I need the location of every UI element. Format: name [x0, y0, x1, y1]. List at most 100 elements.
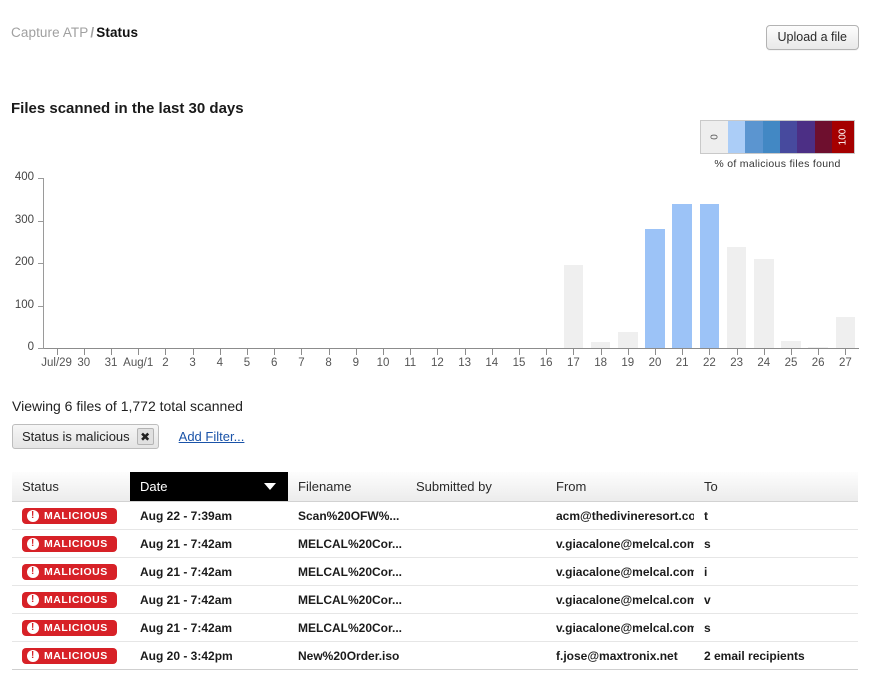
x-axis-tick — [274, 349, 276, 355]
table-header-label: To — [704, 479, 718, 494]
status-badge-label: MALICIOUS — [44, 538, 108, 550]
status-badge-label: MALICIOUS — [44, 622, 108, 634]
table-header-label: Status — [22, 479, 59, 494]
bar-chart-plot: 0 100 200 300 400 Jul/29 30 31 Aug/1 2 3 4 5 6 7 8 9 10 11… — [0, 170, 870, 375]
table-header-from[interactable]: From — [546, 472, 694, 501]
add-filter-link[interactable]: Add Filter... — [179, 429, 245, 444]
x-axis-label: 18 — [594, 357, 607, 369]
close-icon[interactable]: ✖ — [136, 428, 154, 445]
table-cell-status: ! MALICIOUS — [12, 647, 130, 664]
x-axis-label: 12 — [430, 357, 444, 369]
status-badge: ! MALICIOUS — [22, 648, 117, 664]
x-axis-tick — [328, 349, 330, 355]
legend-band-1 — [728, 121, 746, 153]
table-cell-filename: MELCAL%20Cor... — [298, 620, 403, 635]
x-axis-label: 23 — [730, 357, 743, 369]
legend-band-5 — [797, 121, 815, 153]
legend-band-3 — [762, 121, 780, 153]
table-row[interactable]: ! MALICIOUS Aug 21 - 7:42am MELCAL%20Cor...… — [12, 586, 858, 614]
table-row[interactable]: ! MALICIOUS Aug 20 - 3:42pm New%20Order.iso… — [12, 642, 858, 670]
y-axis-label: 0 — [27, 341, 34, 353]
table-row[interactable]: ! MALICIOUS Aug 21 - 7:42am MELCAL%20Cor...… — [12, 558, 858, 586]
table-row[interactable]: ! MALICIOUS Aug 21 - 7:42am MELCAL%20Cor...… — [12, 614, 858, 642]
table-header-to[interactable]: To — [694, 472, 858, 501]
x-axis-tick — [301, 349, 303, 355]
chart-bar[interactable] — [699, 203, 720, 348]
chevron-down-icon[interactable] — [264, 483, 276, 490]
breadcrumb-current: Status — [96, 25, 139, 40]
x-axis-tick — [818, 349, 820, 355]
x-axis-label: 11 — [404, 357, 417, 369]
table-header-status[interactable]: Status — [12, 472, 130, 501]
table-header-label: Date — [140, 479, 168, 494]
status-badge: ! MALICIOUS — [22, 620, 117, 636]
legend-band-0: 0 — [701, 121, 728, 153]
chart-bar[interactable] — [672, 203, 692, 348]
breadcrumb: Capture ATP / Status — [11, 25, 138, 40]
table-cell-from: v.giacalone@melcal.com — [556, 564, 694, 579]
chart-bar[interactable] — [726, 247, 747, 348]
table-header-date[interactable]: Date — [130, 472, 288, 501]
table-cell-filename: MELCAL%20Cor... — [298, 564, 403, 579]
table-cell-date: Aug 21 - 7:42am — [140, 536, 233, 551]
x-axis-label: 25 — [784, 357, 798, 369]
table-row[interactable]: ! MALICIOUS Aug 21 - 7:42am MELCAL%20Cor...… — [12, 530, 858, 558]
y-axis-tick — [38, 305, 44, 307]
table-cell-to: 2 email recipients — [704, 648, 805, 663]
x-axis-tick — [219, 349, 221, 355]
status-badge-label: MALICIOUS — [44, 510, 108, 522]
y-axis-tick — [38, 220, 44, 222]
x-axis-label: 30 — [77, 357, 91, 369]
table-body: ! MALICIOUS Aug 22 - 7:39am Scan%20OFW%... a… — [12, 502, 858, 670]
x-axis-label: 5 — [243, 357, 251, 369]
y-axis-tick — [38, 348, 44, 349]
y-axis-label: 200 — [14, 256, 34, 268]
chart-bar[interactable] — [563, 264, 584, 348]
table-cell-status: ! MALICIOUS — [12, 591, 130, 608]
table-cell-to: s — [704, 536, 711, 551]
table-header-filename[interactable]: Filename — [288, 472, 406, 501]
table-header-submitted-by[interactable]: Submitted by — [406, 472, 546, 501]
status-badge: ! MALICIOUS — [22, 592, 117, 608]
x-axis-tick — [247, 349, 248, 355]
table-cell-date: Aug 21 - 7:42am — [140, 592, 233, 607]
chart-bar[interactable] — [808, 346, 828, 348]
legend-band-2 — [745, 121, 763, 153]
x-axis-tick — [709, 349, 711, 355]
x-axis-tick — [519, 349, 520, 355]
chart-bar[interactable] — [835, 317, 856, 348]
chart-bar[interactable] — [754, 258, 774, 348]
chart-bar[interactable] — [645, 229, 665, 348]
chart-bar[interactable] — [618, 332, 638, 348]
table-header-label: From — [556, 479, 587, 494]
chart-bar[interactable] — [781, 340, 801, 348]
table-cell-from: acm@thedivineresort.co... — [556, 508, 694, 523]
filter-chip-label: Status is malicious — [22, 429, 130, 444]
table-cell-to: t — [704, 508, 708, 523]
table-cell-filename: New%20Order.iso — [298, 648, 400, 663]
table-cell-status: ! MALICIOUS — [12, 535, 130, 552]
status-badge: ! MALICIOUS — [22, 564, 117, 580]
breadcrumb-parent[interactable]: Capture ATP — [11, 25, 88, 40]
x-axis-tick — [355, 349, 357, 355]
files-table: Status Date Filename Submitted by From To ! MA… — [12, 472, 858, 670]
table-cell-date: Aug 21 - 7:42am — [140, 564, 233, 579]
x-axis-label: 2 — [162, 357, 169, 369]
upload-a-file-button[interactable]: Upload a file — [765, 25, 859, 50]
alert-exclamation-icon: ! — [27, 650, 39, 662]
table-row[interactable]: ! MALICIOUS Aug 22 - 7:39am Scan%20OFW%... a… — [12, 502, 858, 530]
x-axis-label: 8 — [325, 357, 332, 369]
filter-chip-status[interactable]: Status is malicious ✖ — [12, 424, 159, 449]
page-root: Capture ATP / Status Upload a file Files s… — [0, 0, 870, 680]
x-axis-label: 3 — [189, 357, 196, 369]
x-axis-label: 14 — [485, 357, 499, 369]
status-badge-label: MALICIOUS — [44, 594, 108, 606]
x-axis-tick — [573, 349, 575, 355]
table-cell-from: v.giacalone@melcal.com — [556, 536, 694, 551]
x-axis-label: 24 — [757, 357, 771, 369]
x-axis-tick — [83, 349, 85, 355]
legend-band-7: 100 — [831, 121, 854, 153]
chart-bar[interactable] — [590, 341, 611, 348]
alert-exclamation-icon: ! — [27, 622, 39, 634]
table-cell-date: Aug 22 - 7:39am — [140, 508, 233, 523]
